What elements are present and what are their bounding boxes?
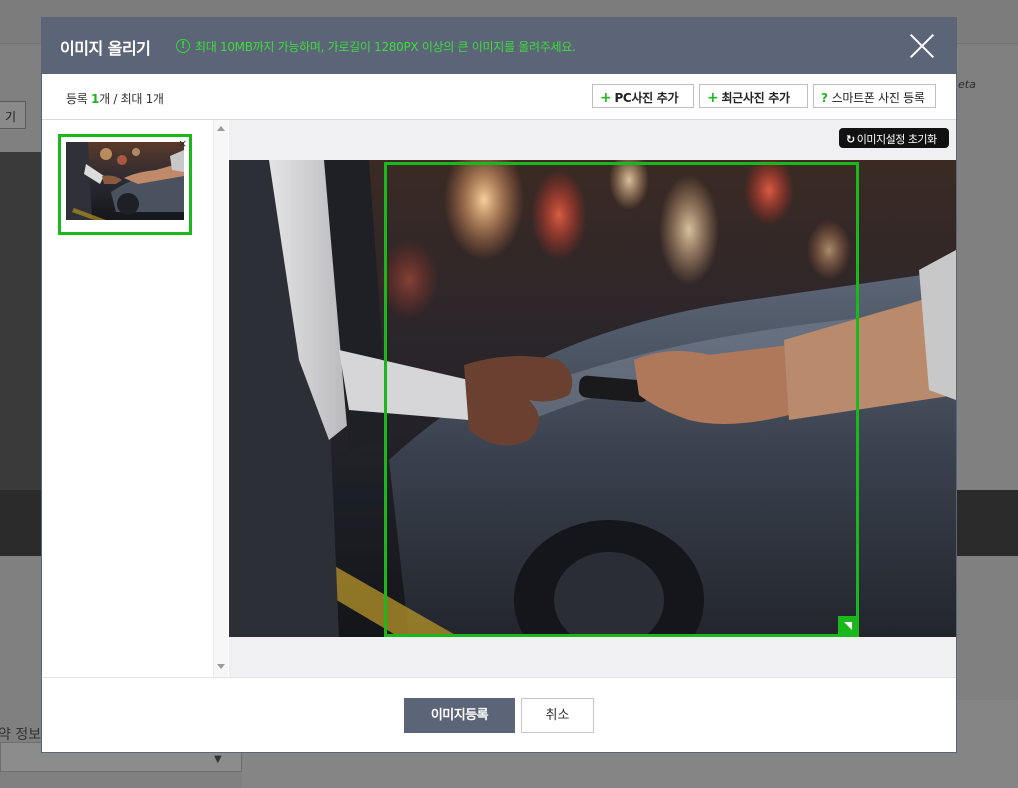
crop-resize-handle-icon[interactable] xyxy=(838,616,859,637)
scroll-up-arrow-icon[interactable] xyxy=(217,126,225,131)
add-recent-photo-button[interactable]: + 최근사진 추가 xyxy=(699,84,808,108)
upload-notice: 최대 10MB까지 가능하며, 가로길이 1280PX 이상의 큰 이미지를 올… xyxy=(195,40,576,54)
background-panel xyxy=(0,152,42,492)
max-count: 1 xyxy=(145,92,154,106)
thumbnail-image xyxy=(66,142,184,220)
thumbnail-item-selected[interactable]: × xyxy=(58,134,192,235)
scroll-down-arrow-icon[interactable] xyxy=(217,664,225,669)
info-icon: ! xyxy=(176,39,190,53)
modal-title: 이미지 올리기 xyxy=(60,39,151,58)
plus-icon: + xyxy=(600,90,612,106)
question-icon: ? xyxy=(821,91,828,105)
upload-toolbar: 등록 1개 / 최대 1개 + PC사진 추가 + 최근사진 추가 ? 스마트폰 사진… xyxy=(42,74,956,120)
image-count: 등록 1개 / 최대 1개 xyxy=(66,92,164,106)
image-upload-modal: 이미지 올리기 ! 최대 10MB까지 가능하며, 가로길이 1280PX 이상… xyxy=(41,17,957,753)
thumbnail-scrollbar[interactable] xyxy=(213,120,228,677)
add-pc-photo-button[interactable]: + PC사진 추가 xyxy=(592,84,694,108)
modal-footer: 이미지등록 취소 xyxy=(42,677,956,752)
background-select-arrow-icon: ▼ xyxy=(214,754,222,765)
background-label: 약 정보 xyxy=(0,727,42,743)
crop-area[interactable] xyxy=(384,162,859,637)
cancel-button[interactable]: 취소 xyxy=(521,698,594,733)
background-text: eta xyxy=(958,78,976,91)
close-icon[interactable] xyxy=(908,32,936,60)
image-editor: ↻ 이미지설정 초기화 xyxy=(229,120,956,677)
reset-image-settings-button[interactable]: ↻ 이미지설정 초기화 xyxy=(839,128,949,148)
remove-thumbnail-icon[interactable]: × xyxy=(178,138,187,149)
register-image-button[interactable]: 이미지등록 xyxy=(404,698,515,733)
registered-count: 1 xyxy=(91,92,100,106)
smartphone-photo-button[interactable]: ? 스마트폰 사진 등록 xyxy=(813,84,936,108)
plus-icon: + xyxy=(707,90,719,106)
thumbnail-list: × xyxy=(42,120,228,677)
background-button: 기 xyxy=(0,101,26,129)
modal-header: 이미지 올리기 ! 최대 10MB까지 가능하며, 가로길이 1280PX 이상… xyxy=(42,18,956,74)
reset-icon: ↻ xyxy=(846,133,855,146)
